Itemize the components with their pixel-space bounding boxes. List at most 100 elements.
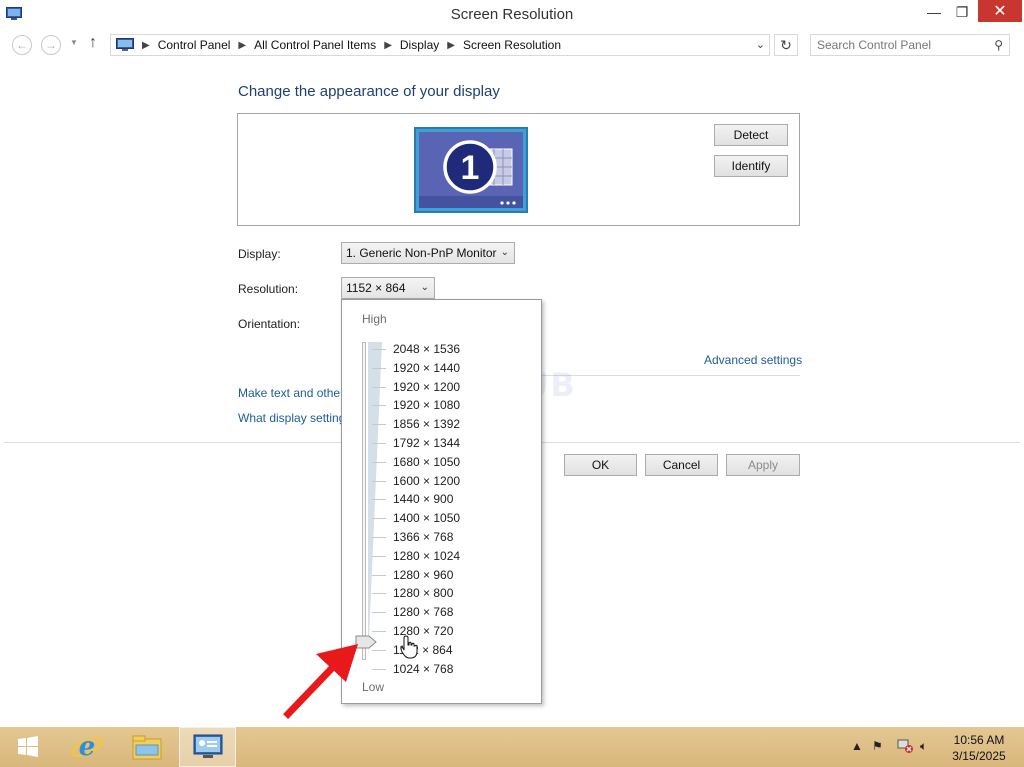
recent-locations-dropdown[interactable]: ▼ [70,38,78,47]
make-text-larger-link[interactable]: Make text and other [238,386,344,400]
hand-cursor-icon [400,635,418,659]
resolution-option[interactable]: 1920 × 1440 [393,361,460,375]
window-title: Screen Resolution [450,6,574,23]
slider-tick [372,649,386,651]
resolution-option[interactable]: 1280 × 1024 [393,549,460,563]
breadcrumb-separator: ▶ [134,40,158,51]
slider-tick [372,480,386,482]
search-icon[interactable]: ⚲ [994,38,1003,52]
monitor-number: 1 [461,149,480,187]
display-settings-help-link[interactable]: What display setting [238,411,345,425]
taskbar-internet-explorer[interactable]: e [60,727,114,767]
chevron-right-icon: ▶ [447,39,455,51]
display-select[interactable]: 1. Generic Non-PnP Monitor ⌄ [341,242,515,264]
page-title: Change the appearance of your display [238,83,500,100]
network-error-icon[interactable] [897,739,913,756]
network-icon [897,739,913,753]
arrow-up-icon: ↑ [89,34,97,51]
chevron-right-icon: ▶ [238,39,247,51]
taskbar-file-explorer[interactable] [120,727,174,767]
high-label: High [362,312,387,326]
resolution-option[interactable]: 1600 × 1200 [393,474,460,488]
slider-tick [372,349,386,350]
resolution-slider-track[interactable] [362,342,366,660]
monitor-icon[interactable]: 1 [414,127,528,213]
address-dropdown-button[interactable]: ⌄ [756,38,765,51]
advanced-settings-link[interactable]: Advanced settings [704,353,802,367]
action-center-flag-icon[interactable]: ⚑ [872,739,883,753]
chevron-down-icon: ▼ [70,38,78,47]
minimize-button[interactable]: — [920,0,948,24]
slider-tick [372,443,386,444]
resolution-option[interactable]: 1280 × 960 [393,568,453,582]
resolution-select-value: 1152 × 864 [346,281,406,295]
volume-icon[interactable]: 🔈︎ [920,739,927,754]
search-input[interactable] [811,35,987,55]
start-button[interactable] [0,727,56,767]
search-box[interactable]: ⚲ [810,34,1010,56]
arrow-left-icon: ← [16,38,28,52]
resolution-option[interactable]: 1920 × 1080 [393,398,460,412]
resolution-select[interactable]: 1152 × 864 ⌄ [341,277,435,299]
resolution-option[interactable]: 1792 × 1344 [393,436,460,450]
forward-button[interactable]: → [41,35,61,55]
control-panel-icon [116,38,134,51]
slider-tick [372,461,386,463]
resolution-option[interactable]: 1920 × 1200 [393,380,460,394]
breadcrumb-separator: ▶ [376,40,400,51]
slider-tick [372,424,386,426]
chevron-down-icon: ⌄ [420,282,429,293]
apply-button[interactable]: Apply [726,454,800,476]
system-clock[interactable]: 10:56 AM 3/15/2025 [940,732,1018,764]
display-preview: 1 Detect Identify [237,113,800,226]
breadcrumb-screen-resolution[interactable]: Screen Resolution [463,38,561,52]
identify-button[interactable]: Identify [714,155,788,177]
display-label: Display: [238,247,281,261]
slider-tick [372,612,386,614]
resolution-option[interactable]: 1366 × 768 [393,530,453,544]
resolution-option[interactable]: 1400 × 1050 [393,511,460,525]
maximize-button[interactable]: ❐ [948,0,976,24]
taskbar: e ▲ ⚑ 🔈︎ 10:56 AM 3/15/2025 [0,727,1024,767]
slider-tick [372,593,386,595]
back-button[interactable]: ← [12,35,32,55]
chevron-right-icon: ▶ [142,39,150,51]
slider-tick [372,367,386,369]
slider-tick [372,405,386,407]
breadcrumb-all-items[interactable]: All Control Panel Items [254,38,376,52]
refresh-icon: ↻ [780,36,792,53]
taskbar-control-panel[interactable] [179,727,236,767]
detect-button[interactable]: Detect [714,124,788,146]
clock-time: 10:56 AM [953,733,1005,747]
breadcrumb-control-panel[interactable]: Control Panel [158,38,231,52]
navigation-bar: ← → ▼ ↑ ▶ Control Panel ▶ All Control Pa… [0,30,1024,58]
ok-button[interactable]: OK [564,454,637,476]
resolution-option[interactable]: 1280 × 800 [393,586,453,600]
resolution-option[interactable]: 2048 × 1536 [393,342,460,356]
resolution-option[interactable]: 1680 × 1050 [393,455,460,469]
show-hidden-icons-button[interactable]: ▲ [851,739,863,753]
slider-tick [372,574,386,576]
cancel-button[interactable]: Cancel [645,454,718,476]
svg-text:e: e [79,732,96,762]
slider-tick [372,631,386,632]
resolution-option[interactable]: 1280 × 768 [393,605,453,619]
display-select-value: 1. Generic Non-PnP Monitor [346,246,497,260]
file-explorer-icon [132,735,162,760]
resolution-option[interactable]: 1024 × 768 [393,662,453,676]
title-bar: Screen Resolution — ❐ ✕ [0,0,1024,30]
resolution-option[interactable]: 1856 × 1392 [393,417,460,431]
arrow-right-icon: → [45,38,57,52]
slider-tick [372,518,386,520]
refresh-button[interactable]: ↻ [774,34,798,56]
breadcrumb-display[interactable]: Display [400,38,439,52]
breadcrumb-separator: ▶ [230,40,254,51]
resolution-option[interactable]: 1440 × 900 [393,492,453,506]
low-label: Low [362,680,385,694]
up-button[interactable]: ↑ [89,34,97,52]
address-bar[interactable]: ▶ Control Panel ▶ All Control Panel Item… [110,34,770,56]
close-button[interactable]: ✕ [978,0,1022,22]
slider-tick [372,555,386,557]
chevron-down-icon: ⌄ [755,39,765,51]
chevron-right-icon: ▶ [384,39,392,51]
